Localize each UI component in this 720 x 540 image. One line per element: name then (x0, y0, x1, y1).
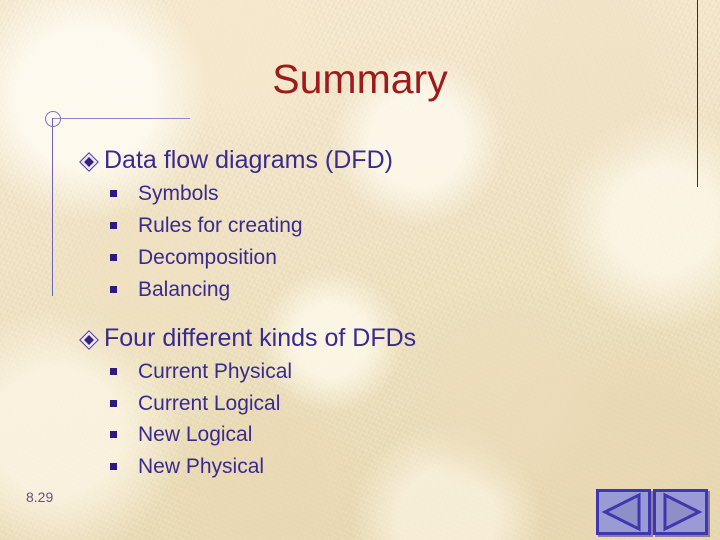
list-item: Decomposition (80, 242, 680, 274)
list-item: Current Physical (80, 356, 680, 388)
square-bullet-icon (110, 285, 117, 293)
list-item-label: Balancing (138, 277, 231, 301)
triangle-left-icon (601, 492, 641, 532)
list-item-label: Current Logical (138, 391, 281, 415)
bullet-group-1: Data flow diagrams (DFD) Symbols Rules f… (79, 146, 680, 306)
slide-body: Data flow diagrams (DFD) Symbols Rules f… (79, 146, 680, 485)
list-item: New Logical (80, 419, 680, 451)
sublist-2: Current Physical Current Logical New Log… (80, 356, 680, 484)
slide-navigation (596, 489, 708, 535)
list-item-label: Rules for creating (138, 213, 303, 237)
list-item-label: New Logical (138, 423, 253, 447)
list-item-label: Decomposition (138, 245, 277, 269)
list-item-label: Current Physical (138, 359, 293, 383)
list-item: Balancing (80, 274, 680, 306)
square-bullet-icon (110, 190, 117, 197)
list-item: New Physical (80, 451, 680, 483)
bullet-level1-four-kinds-of-dfds: Four different kinds of DFDs (79, 323, 680, 353)
diamond-bullet-icon (79, 152, 99, 172)
bullet-level1-data-flow-diagrams: Data flow diagrams (DFD) (79, 146, 680, 175)
list-item-label: New Physical (138, 455, 265, 479)
square-bullet-icon (110, 253, 117, 261)
previous-slide-button[interactable] (596, 489, 651, 535)
diamond-bullet-icon (79, 329, 99, 350)
square-bullet-icon (110, 431, 117, 439)
slide-title: Summary (272, 56, 448, 102)
list-item: Current Logical (80, 388, 680, 420)
list-item-label: Symbols (138, 182, 219, 205)
square-bullet-icon (110, 463, 117, 471)
square-bullet-icon (110, 367, 117, 375)
bullet-level1-label: Data flow diagrams (DFD) (104, 146, 393, 174)
decorative-vertical-rule-left (52, 118, 53, 296)
list-item: Rules for creating (80, 210, 680, 242)
bullet-level1-label: Four different kinds of DFDs (104, 323, 417, 352)
sublist-1: Symbols Rules for creating Decomposition… (80, 178, 680, 306)
bullet-group-2: Four different kinds of DFDs Current Phy… (79, 323, 680, 484)
page-number: 8.29 (26, 489, 54, 505)
triangle-right-icon (663, 492, 703, 532)
square-bullet-icon (110, 221, 117, 229)
next-slide-button[interactable] (653, 489, 708, 535)
decorative-horizontal-rule (52, 118, 190, 119)
slide-canvas: Summary Data flow diagrams (DFD) Symbols… (0, 0, 720, 540)
list-item: Symbols (80, 178, 680, 210)
square-bullet-icon (110, 399, 117, 407)
decorative-circle (45, 111, 61, 127)
